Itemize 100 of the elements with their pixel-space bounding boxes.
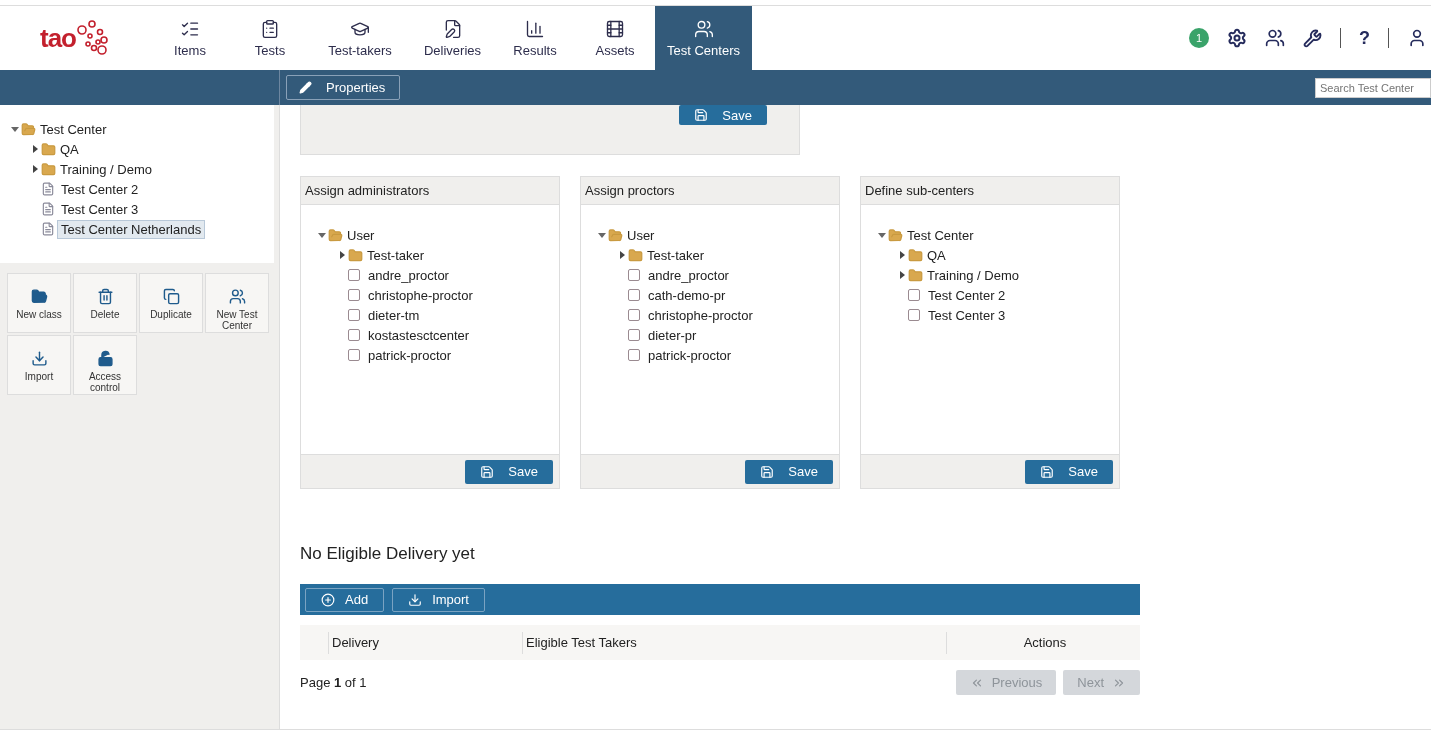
document-icon [41, 222, 55, 236]
tree-item[interactable]: andre_proctor [364, 265, 453, 285]
lock-icon [96, 350, 114, 367]
column-header: Eligible Test Takers [522, 631, 946, 654]
save-button[interactable]: Save [679, 105, 767, 125]
tree-item[interactable]: QA [56, 139, 83, 159]
checkbox[interactable] [628, 349, 640, 361]
tree-item[interactable]: christophe-proctor [364, 285, 477, 305]
action-button[interactable]: Duplicate [139, 273, 203, 333]
column-header: Delivery [328, 631, 522, 654]
tree-item[interactable]: Test Center 2 [924, 285, 1010, 305]
action-button[interactable]: Access control [73, 335, 137, 395]
checkbox[interactable] [348, 349, 360, 361]
tree-item[interactable]: dieter-pr [644, 325, 701, 345]
tree-item[interactable]: Training / Demo [923, 265, 1023, 285]
trash-icon [96, 288, 114, 305]
folder-icon [328, 227, 343, 243]
tree-item[interactable]: Test Center Netherlands [57, 219, 206, 239]
settings-icon[interactable] [1227, 28, 1247, 48]
tree-item[interactable]: patrick-proctor [364, 345, 456, 365]
clipboard-icon [260, 18, 280, 39]
checkbox[interactable] [908, 309, 920, 321]
toolbar-button[interactable]: Add [305, 587, 385, 612]
nav-tab[interactable]: Items [150, 6, 230, 70]
tree-item[interactable]: Test Center [903, 225, 978, 245]
checkbox[interactable] [628, 329, 640, 341]
checkbox[interactable] [348, 329, 360, 341]
plus-icon [321, 592, 335, 607]
document-icon [41, 202, 55, 216]
panel-title: Assign proctors [581, 177, 839, 205]
save-icon [760, 464, 775, 479]
action-button[interactable]: New Test Center [205, 273, 269, 333]
save-icon [1040, 464, 1055, 479]
tree-item[interactable]: Training / Demo [56, 159, 156, 179]
save-button[interactable]: Save [745, 459, 833, 484]
checkbox[interactable] [348, 269, 360, 281]
checkbox[interactable] [908, 289, 920, 301]
checkbox[interactable] [348, 309, 360, 321]
folder-icon [41, 141, 56, 157]
nav-tab[interactable]: Test Centers [655, 6, 752, 70]
panel-title: Define sub-centers [861, 177, 1119, 205]
download-icon [30, 350, 48, 367]
folder-icon [908, 267, 923, 283]
folder-icon [41, 161, 56, 177]
folder-icon [608, 227, 623, 243]
tree-item[interactable]: Test Center [36, 119, 111, 139]
tree-item[interactable]: QA [923, 245, 950, 265]
users-icon[interactable] [1265, 28, 1285, 48]
wrench-icon[interactable] [1303, 28, 1322, 48]
nav-tab[interactable]: Results [495, 6, 575, 70]
column-header: Actions [946, 631, 1140, 654]
checkbox[interactable] [628, 309, 640, 321]
user-icon[interactable] [1407, 28, 1427, 48]
tree-item[interactable]: Test-taker [363, 245, 429, 265]
save-button[interactable]: Save [465, 459, 553, 484]
checkbox[interactable] [348, 289, 360, 301]
save-button[interactable]: Save [1025, 459, 1113, 484]
action-button[interactable]: Delete [73, 273, 137, 333]
nav-tab[interactable]: Test-takers [310, 6, 410, 70]
download-icon [408, 592, 423, 607]
pencil-icon [299, 81, 312, 94]
nav-tab[interactable]: Tests [230, 6, 310, 70]
nav-tab[interactable]: Assets [575, 6, 655, 70]
folder-icon [888, 227, 903, 243]
help-button[interactable]: ? [1359, 27, 1370, 49]
save-icon [480, 464, 495, 479]
logo-text: tao [40, 22, 76, 54]
tree-item[interactable]: User [623, 225, 659, 245]
tree-item[interactable]: Test-taker [643, 245, 709, 265]
folder-icon [21, 121, 36, 137]
tree-item[interactable]: cath-demo-pr [644, 285, 730, 305]
action-button[interactable]: New class [7, 273, 71, 333]
logo-dots-icon [76, 20, 110, 56]
film-icon [605, 18, 625, 39]
tree-item[interactable]: kostastesctcenter [364, 325, 474, 345]
toolbar-button[interactable]: Import [392, 587, 485, 612]
panel-title: Assign administrators [301, 177, 559, 205]
tree-item[interactable]: Test Center 3 [57, 199, 143, 219]
tree-item[interactable]: andre_proctor [644, 265, 733, 285]
folder-icon [30, 288, 48, 305]
tree-item[interactable]: dieter-tm [364, 305, 424, 325]
document-icon [41, 182, 55, 196]
tree-item[interactable]: Test Center 2 [57, 179, 143, 199]
nav-tab[interactable]: Deliveries [410, 6, 495, 70]
tree-item[interactable]: patrick-proctor [644, 345, 736, 365]
folder-icon [628, 247, 643, 263]
tree-item[interactable]: christophe-proctor [644, 305, 757, 325]
folder-icon [348, 247, 363, 263]
users-icon [228, 288, 246, 305]
users-icon [693, 18, 714, 39]
properties-button[interactable]: Properties [286, 75, 401, 100]
action-button[interactable]: Import [7, 335, 71, 395]
tree-item[interactable]: Test Center 3 [924, 305, 1010, 325]
chart-icon [525, 18, 545, 39]
tree-item[interactable]: User [343, 225, 379, 245]
page-info: Page 1 of 1 [300, 675, 367, 690]
checkbox[interactable] [628, 289, 640, 301]
save-icon [694, 108, 709, 122]
checkbox[interactable] [628, 269, 640, 281]
search-field[interactable]: Search Test Center [1315, 77, 1431, 98]
